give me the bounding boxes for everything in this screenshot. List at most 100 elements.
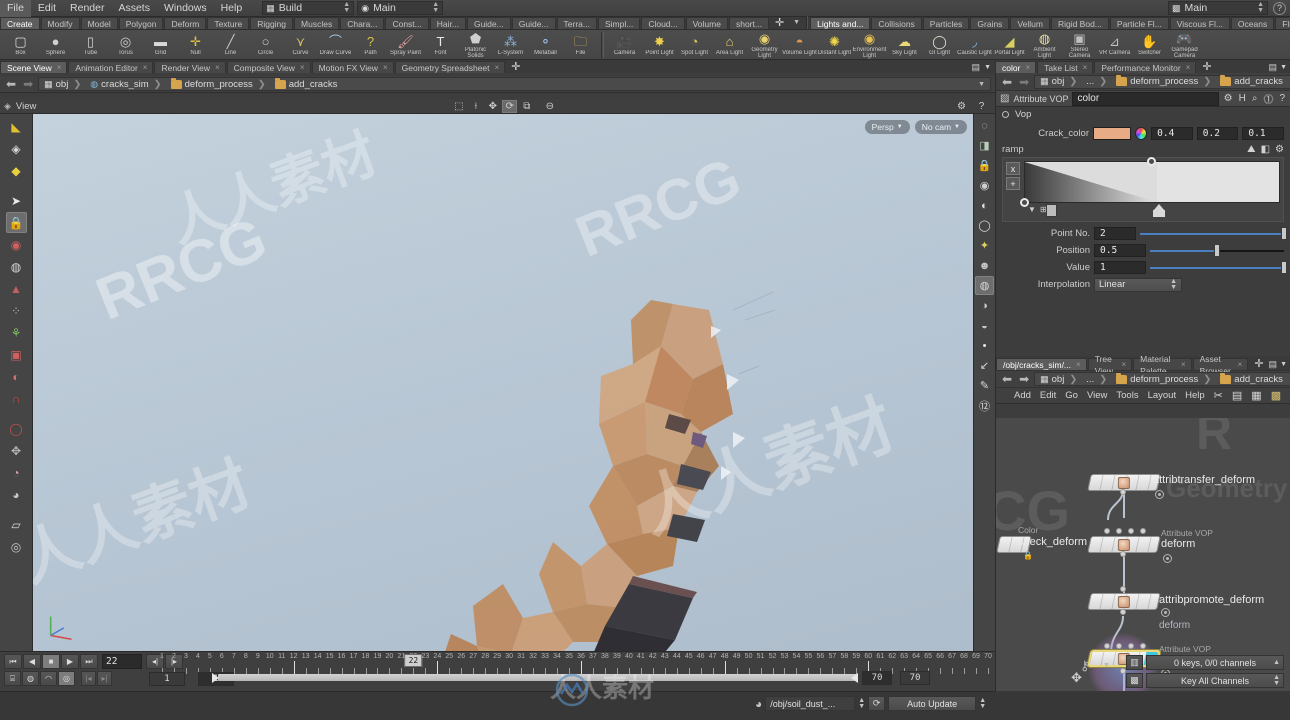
range-start-field[interactable]: 1 [149, 671, 185, 686]
param-nav-forward-icon[interactable]: ➡ [1017, 75, 1031, 89]
shelf-tool-box[interactable]: ▢ Box [3, 30, 38, 60]
h-icon[interactable]: H [1238, 93, 1247, 104]
shelf-tab-right-1[interactable]: Collisions [871, 17, 922, 29]
play-icon[interactable]: ▶ [61, 654, 79, 669]
shelf-tool-grid[interactable]: ▬ Grid [143, 30, 178, 60]
shelf-tool-sphere[interactable]: ● Sphere [38, 30, 73, 60]
close-icon[interactable]: × [1076, 359, 1081, 371]
shelf-tab-14[interactable]: Simpl... [597, 17, 641, 29]
nav-back-icon[interactable]: ⬅ [4, 77, 18, 91]
edit-icon[interactable]: ▣ [6, 344, 27, 365]
shelf-tab-right-9[interactable]: Fluid Con... [1275, 17, 1290, 29]
node-input-flag[interactable] [1128, 643, 1134, 649]
shelf-tool-environment-light[interactable]: ◉ Environment Light [852, 30, 887, 60]
tab-scene-view[interactable]: Scene View × [0, 61, 68, 74]
shelf-tab-10[interactable]: Hair... [429, 17, 466, 29]
param-breadcrumb-item-add-cracks[interactable]: add_cracks [1217, 75, 1288, 88]
peak-icon[interactable]: ◔ [6, 462, 27, 483]
ramp-handle-strip[interactable]: ▼ ⊞ [1028, 204, 1274, 218]
net-tab-tree-view[interactable]: Tree View × [1087, 354, 1133, 376]
display-options-icon[interactable]: ⚙ [954, 100, 969, 113]
shelf-tab-1[interactable]: Modify [40, 17, 80, 29]
shelf-tool-gi-light[interactable]: ◯ GI Light [922, 30, 957, 60]
shelf-tab-12[interactable]: Guide... [511, 17, 556, 29]
shelf-tab-9[interactable]: Const... [385, 17, 429, 29]
shelf-tool-curve[interactable]: ⋎ Curve [283, 30, 318, 60]
sculpt-curve-icon[interactable]: ◕ [6, 484, 27, 505]
shelf-tool-null[interactable]: ✛ Null [178, 30, 213, 60]
menu-render[interactable]: Render [63, 0, 111, 17]
net-breadcrumb-item-ellipsis[interactable]: ... ❯ [1083, 373, 1112, 386]
shelf-tool-path[interactable]: ? Path [353, 30, 388, 60]
rotate-tool-icon[interactable]: ⟳ [502, 99, 518, 113]
shelf-tab-11[interactable]: Guide... [466, 17, 511, 29]
position-field[interactable]: 0.5 [1094, 244, 1146, 257]
tab-animation-editor[interactable]: Animation Editor × [68, 61, 154, 73]
position-slider[interactable] [1150, 244, 1284, 257]
material-icon[interactable]: ◯ [975, 216, 994, 235]
shelf-tool-circle[interactable]: ○ Circle [248, 30, 283, 60]
right-desktop-selector[interactable]: ▩ Main ▲ ▼ [1168, 1, 1268, 15]
shelf-tool-ambient-light[interactable]: ◍ Ambient Light [1027, 30, 1062, 60]
shelf-tool-tube[interactable]: ▯ Tube [73, 30, 108, 60]
range-end-handle-icon[interactable] [851, 673, 858, 683]
status-path-field[interactable]: /obj/soil_dust_... [765, 696, 856, 711]
scene-viewport[interactable]: RRCG RRCG 人人素材 人人素材 人人素材 Persp ▼ No cam … [33, 114, 973, 651]
tab-composite-view[interactable]: Composite View × [226, 61, 311, 73]
right-pane-maximize-icon[interactable]: ▤ [1269, 62, 1278, 73]
breadcrumb[interactable]: ▦ obj ❯ ◍ cracks_sim ❯ deform_process ❯ … [38, 77, 991, 91]
parameter-breadcrumb[interactable]: ▦ obj ❯ ... ❯ deform_process ❯ add_crack… [1034, 74, 1290, 89]
twelve-icon[interactable]: ⑫ [975, 396, 994, 415]
param-breadcrumb-item-obj[interactable]: ▦ obj ❯ [1037, 75, 1082, 88]
right-pane-menu-icon[interactable]: ▼ [1280, 64, 1287, 71]
select-tool-icon[interactable]: ◈ [6, 138, 27, 159]
shelf-tool-caustic-light[interactable]: ◞ Caustic Light [957, 30, 992, 60]
ramp-expand-icon[interactable]: ⊞ [1040, 205, 1047, 214]
close-icon[interactable]: × [1121, 359, 1126, 371]
peanut-tool-icon[interactable]: ⊖ [542, 100, 557, 113]
node-output-flag[interactable] [1120, 551, 1126, 557]
shelf-tab-right-2[interactable]: Particles [922, 17, 970, 29]
viewport-camera-selector[interactable]: No cam ▼ [914, 120, 967, 134]
key-search-icon[interactable]: ⚷ [1080, 658, 1090, 674]
network-menu-go[interactable]: Go [1065, 390, 1078, 401]
shelf-tab-5[interactable]: Texture [207, 17, 250, 29]
desktop-selector[interactable]: ◉ Main ▲ ▼ [357, 1, 444, 15]
param-breadcrumb-item-deform-process[interactable]: deform_process ❯ [1113, 75, 1216, 88]
key-dropdown-icon[interactable]: ▼ [1103, 662, 1110, 669]
ramp-preset-icon[interactable]: ⛰ [1247, 144, 1255, 155]
erase-icon[interactable]: ⁘ [6, 300, 27, 321]
node-output-flag[interactable] [1120, 489, 1126, 495]
menu-file[interactable]: File [0, 0, 31, 17]
handle-tool-icon[interactable]: ◆ [6, 160, 27, 181]
viewport-help-icon[interactable]: ? [974, 100, 989, 113]
bg-image-icon[interactable]: ◐ [975, 196, 994, 215]
keys-status-button[interactable]: 0 keys, 0/0 channels ▲ [1146, 655, 1284, 670]
dot-icon[interactable]: • [975, 336, 994, 355]
soft-transform-icon[interactable]: ◐ [6, 366, 27, 387]
shelf-tool-spray-paint[interactable]: 🖌 Spray Paint [388, 30, 423, 60]
capture-icon[interactable]: ▱ [6, 514, 27, 535]
close-icon[interactable]: × [1238, 359, 1243, 371]
shade-icon[interactable]: ◨ [975, 136, 994, 155]
network-maximize-icon[interactable]: ▤ [1269, 359, 1278, 370]
add-pane-tab-button[interactable]: ✛ [506, 61, 525, 73]
pane-menu-icon[interactable]: ▼ [984, 64, 991, 71]
status-globe-icon[interactable]: ◕ [755, 697, 762, 711]
shelf-tool-vr-camera[interactable]: ⊿ VR Camera [1097, 30, 1132, 60]
network-menu-view[interactable]: View [1087, 390, 1107, 401]
shelf-tab-17[interactable]: short... [728, 17, 769, 29]
right-tab-performance-monitor[interactable]: Performance Monitor × [1094, 61, 1197, 73]
shelf-tool-spot-light[interactable]: ◔ Spot Light [677, 30, 712, 60]
crack-color-r-field[interactable]: 0.4 [1151, 127, 1193, 140]
shelf-tab-13[interactable]: Terra... [556, 17, 597, 29]
net-nav-back-icon[interactable]: ⬅ [1000, 372, 1014, 386]
transform-icon[interactable]: ✥ [6, 440, 27, 461]
tab-motion-fx-view[interactable]: Motion FX View × [311, 61, 394, 73]
shelf-tab-right-3[interactable]: Grains [970, 17, 1010, 29]
key-mode-select[interactable]: Key All Channels ▲ ▼ [1146, 673, 1284, 688]
value-field[interactable]: 1 [1094, 261, 1146, 274]
auto-update-select[interactable]: Auto Update [888, 696, 977, 711]
close-icon[interactable]: × [57, 62, 62, 74]
search-icon[interactable]: ⌕ [1251, 93, 1259, 104]
